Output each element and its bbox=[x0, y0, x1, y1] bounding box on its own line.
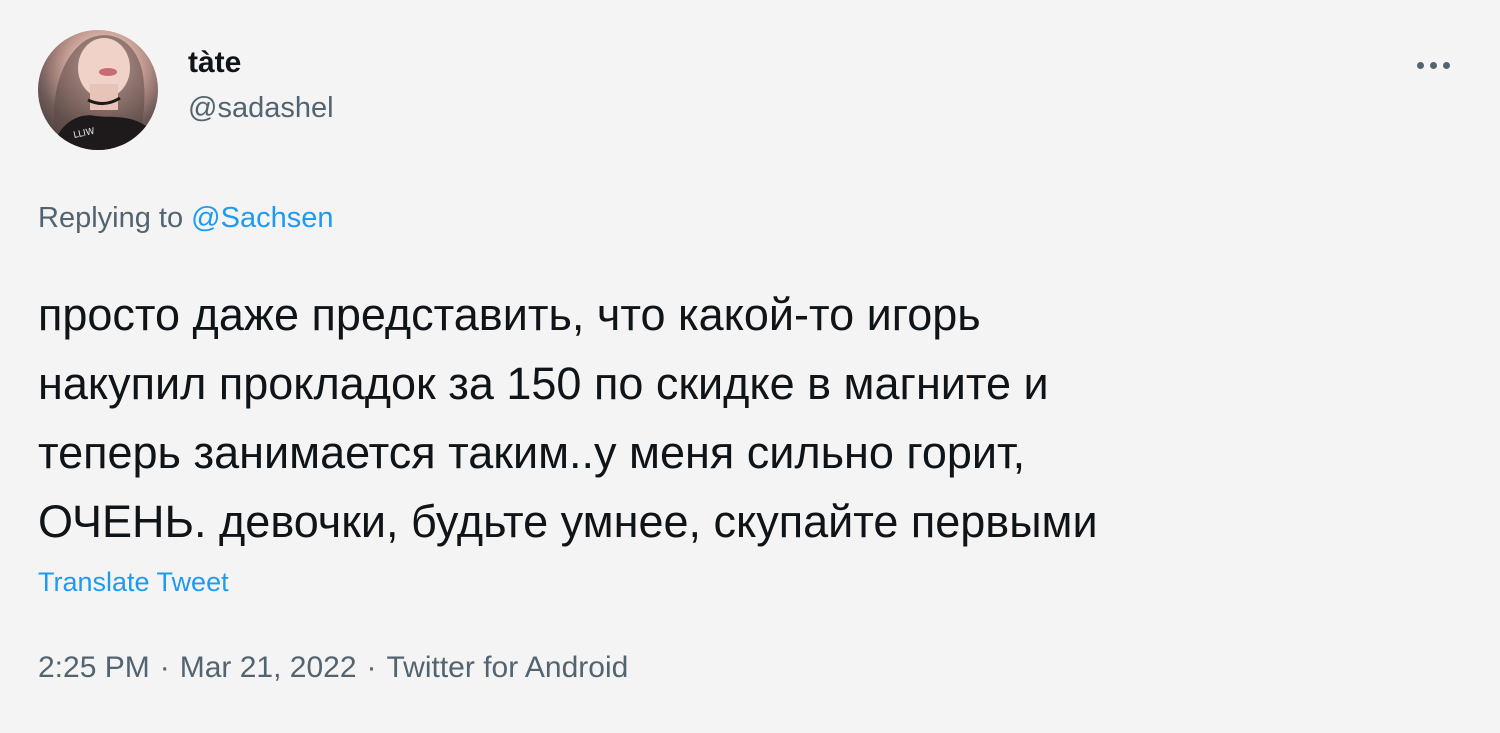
reply-mention-link[interactable]: @Sachsen bbox=[191, 202, 333, 234]
meta-separator: · bbox=[159, 651, 170, 684]
tweet-card: LLIW tàte @sadashel Replying to @Sachsen… bbox=[0, 0, 1500, 733]
more-options-button[interactable] bbox=[1406, 48, 1460, 82]
tweet-source[interactable]: Twitter for Android bbox=[387, 651, 629, 684]
translate-tweet-link[interactable]: Translate Tweet bbox=[38, 563, 229, 601]
more-horizontal-icon-dot bbox=[1429, 61, 1437, 69]
tweet-date[interactable]: Mar 21, 2022 bbox=[180, 651, 357, 684]
tweet-text-line: просто даже представить, что какой-то иг… bbox=[38, 289, 981, 340]
avatar-image: LLIW bbox=[52, 35, 150, 150]
replying-to-label: Replying to bbox=[38, 202, 192, 234]
tweet-text-line: ОЧЕНЬ. девочки, будьте умнее, скупайте п… bbox=[38, 496, 1098, 547]
tweet-text: просто даже представить, что какой-то иг… bbox=[38, 280, 1458, 556]
tweet-time[interactable]: 2:25 PM bbox=[38, 651, 150, 684]
avatar[interactable]: LLIW bbox=[38, 30, 158, 150]
tweet-text-line: теперь занимается таким..у меня сильно г… bbox=[38, 427, 1026, 478]
user-handle[interactable]: @sadashel bbox=[188, 88, 334, 128]
user-info: tàte @sadashel bbox=[188, 44, 334, 128]
tweet-text-line: накупил прокладок за 150 по скидке в маг… bbox=[38, 358, 1049, 409]
more-horizontal-icon bbox=[1416, 61, 1424, 69]
tweet-meta: 2:25 PM · Mar 21, 2022 · Twitter for Android bbox=[38, 647, 628, 689]
replying-to: Replying to @Sachsen bbox=[38, 198, 333, 238]
meta-separator: · bbox=[366, 651, 377, 684]
more-horizontal-icon-dot bbox=[1442, 61, 1450, 69]
display-name[interactable]: tàte bbox=[188, 44, 334, 82]
